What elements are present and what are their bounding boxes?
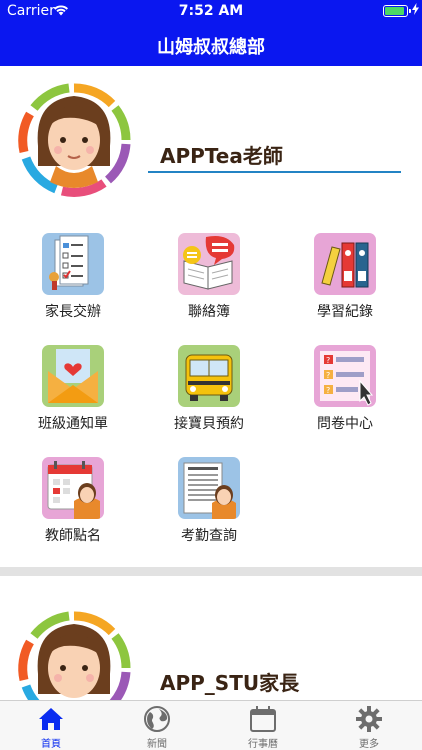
tab-news[interactable]: 新聞 — [117, 701, 197, 750]
globe-icon — [144, 706, 170, 732]
nav-header: Carrier 7:52 AM 山姆叔叔總部 — [0, 0, 422, 66]
tab-label: 更多 — [359, 739, 379, 750]
menu-label: 考勤查詢 — [181, 528, 237, 544]
profile-name: APPTea老師 — [160, 144, 283, 168]
battery-level — [385, 7, 404, 15]
profile-card-teacher[interactable]: APPTea老師 — [0, 82, 422, 200]
menu-label: 接寶貝預約 — [174, 416, 244, 432]
menu-attendance-query[interactable]: 考勤查詢 — [149, 457, 269, 557]
calendar-teacher-icon — [42, 457, 104, 519]
parent-avatar — [18, 611, 131, 700]
page-title: 山姆叔叔總部 — [157, 37, 265, 58]
charging-bolt-icon — [412, 3, 419, 15]
checklist-icon — [42, 233, 104, 295]
profile-card-parent[interactable]: APP_STU家長 — [0, 610, 422, 700]
tab-bar: 首頁 新聞 行事曆 更多 — [0, 700, 422, 750]
menu-label: 問卷中心 — [317, 416, 373, 432]
menu-label: 家長交辦 — [45, 304, 101, 320]
notebook-chat-icon — [178, 233, 240, 295]
menu-parent-assignments[interactable]: 家長交辦 — [13, 233, 133, 333]
menu-teacher-rollcall[interactable]: 教師點名 — [13, 457, 133, 557]
menu-class-notices[interactable]: 班級通知單 — [13, 345, 133, 445]
name-underline — [148, 171, 401, 173]
profile-name: APP_STU家長 — [160, 671, 300, 695]
svg-text:?: ? — [326, 356, 330, 365]
menu-label: 聯絡簿 — [188, 304, 230, 320]
svg-text:?: ? — [326, 371, 330, 380]
menu-label: 教師點名 — [45, 528, 101, 544]
tab-label: 行事曆 — [248, 739, 278, 750]
menu-pickup-booking[interactable]: 接寶貝預約 — [149, 345, 269, 445]
battery-cap — [409, 9, 411, 13]
teacher-avatar — [18, 83, 131, 197]
school-bus-icon — [178, 345, 240, 407]
svg-text:?: ? — [326, 386, 330, 395]
tab-home[interactable]: 首頁 — [11, 701, 91, 750]
tab-more[interactable]: 更多 — [329, 701, 409, 750]
home-icon — [39, 708, 63, 730]
tab-calendar[interactable]: 行事曆 — [223, 701, 303, 750]
survey-icon: ? ? ? — [314, 345, 376, 407]
attendance-sheet-icon — [178, 457, 240, 519]
menu-label: 學習紀錄 — [317, 304, 373, 320]
menu-learning-records[interactable]: 學習紀錄 — [285, 233, 405, 333]
menu-label: 班級通知單 — [38, 416, 108, 432]
tab-label: 首頁 — [41, 739, 61, 750]
status-time: 7:52 AM — [178, 3, 244, 19]
app-screen: Carrier 7:52 AM 山姆叔叔總部 APPTea老師 家長交辦 聯絡簿… — [0, 0, 422, 750]
tab-label: 新聞 — [147, 739, 167, 750]
binders-icon — [314, 233, 376, 295]
gear-icon — [356, 706, 382, 732]
menu-contact-book[interactable]: 聯絡簿 — [149, 233, 269, 333]
section-divider — [0, 567, 422, 576]
status-bar: Carrier 7:52 AM — [0, 0, 422, 22]
envelope-heart-icon — [42, 345, 104, 407]
calendar-icon — [250, 706, 276, 732]
battery-icon — [383, 5, 411, 17]
menu-survey-center[interactable]: ? ? ? 問卷中心 — [285, 345, 405, 445]
